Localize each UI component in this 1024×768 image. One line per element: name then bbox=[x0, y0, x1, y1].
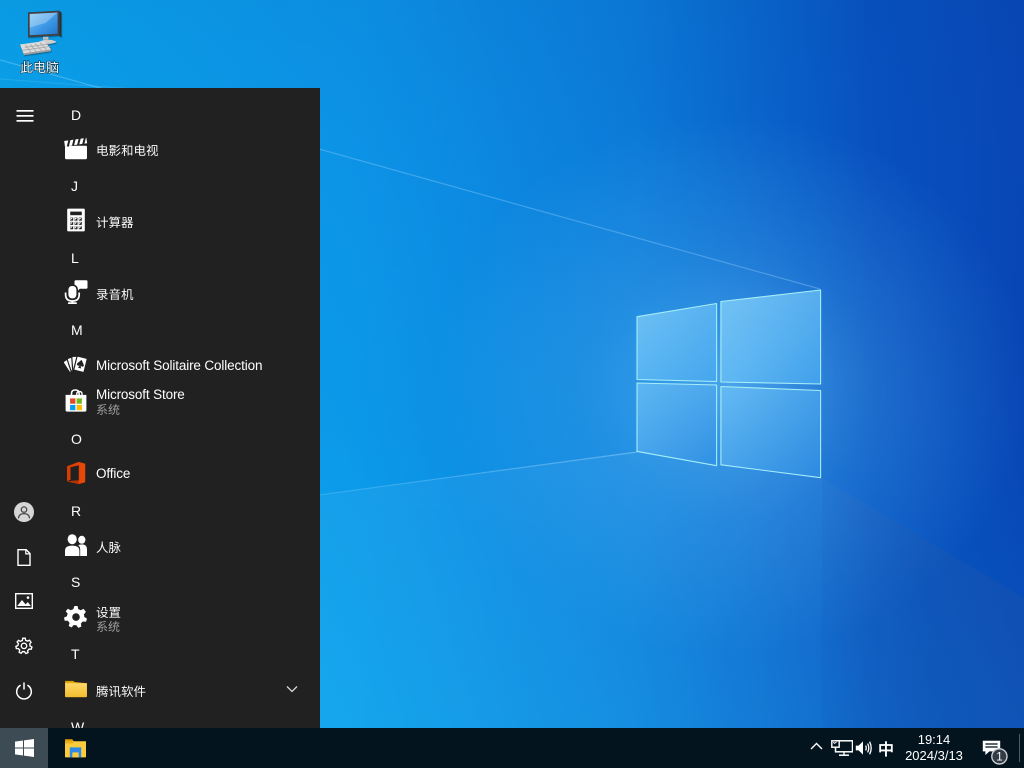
svg-text:1: 1 bbox=[996, 752, 1002, 764]
